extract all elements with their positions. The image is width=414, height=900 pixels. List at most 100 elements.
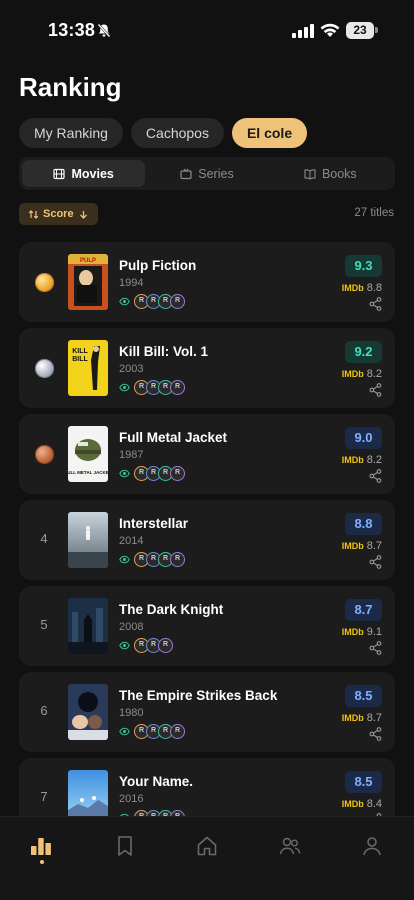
score-badge: 8.5 (345, 685, 382, 707)
chip-my-ranking[interactable]: My Ranking (19, 118, 123, 148)
film-icon (53, 168, 66, 179)
active-tab-indicator (40, 860, 44, 864)
share-icon[interactable] (369, 469, 382, 483)
avatar: R (170, 723, 185, 739)
poster-kill-bill: KILL BILL (68, 340, 108, 396)
svg-text:BILL: BILL (72, 356, 88, 363)
sort-icon (28, 209, 39, 219)
movie-year: 1980 (119, 707, 144, 719)
status-time: 13:38 (48, 20, 96, 40)
movie-year: 2016 (119, 793, 144, 805)
user-icon (363, 837, 381, 856)
media-type-segmented-control: Movies Series Books (19, 157, 395, 190)
score-badge: 8.7 (345, 599, 382, 621)
home-icon (197, 836, 217, 856)
segment-series[interactable]: Series (145, 160, 268, 187)
bronze-medal-icon (35, 445, 54, 464)
bar-chart-icon (31, 838, 51, 855)
sort-button[interactable]: Score (19, 203, 98, 225)
poster-full-metal-jacket: FULL METAL JACKET (68, 426, 108, 482)
ranking-row[interactable]: 7 Your Name. 2016 R R R R 8.5 IMDb 8.4 (19, 758, 395, 816)
titles-count: 27 titles (354, 207, 394, 219)
bookmark-icon (118, 836, 132, 856)
movie-title: The Dark Knight (119, 602, 224, 617)
movie-title: Full Metal Jacket (119, 430, 228, 445)
imdb-rating: IMDb 8.4 (342, 798, 382, 810)
movie-year: 2014 (119, 535, 144, 547)
share-icon[interactable] (369, 727, 382, 741)
ranking-row[interactable]: PULP Pulp Fiction 1994 R R R R 9.3 IMDb 8… (19, 242, 395, 322)
ranking-row[interactable]: 6 The Empire Strikes Back 1980 R R R R 8… (19, 672, 395, 752)
imdb-rating: IMDb 9.1 (342, 626, 382, 638)
chip-cachopos[interactable]: Cachopos (130, 118, 224, 148)
tab-home[interactable] (196, 835, 222, 861)
battery-cap (375, 27, 378, 33)
watchers-row: R R R R (119, 723, 185, 739)
battery-indicator: 23 (346, 22, 378, 39)
movie-year: 2003 (119, 363, 144, 375)
movie-title: Pulp Fiction (119, 258, 197, 273)
rank-number: 5 (40, 617, 48, 632)
movie-title: Your Name. (119, 774, 194, 789)
segment-books[interactable]: Books (269, 160, 392, 187)
rank-number: 7 (40, 789, 48, 804)
imdb-value: 8.8 (366, 282, 382, 294)
poster-the-empire-strikes-back (68, 684, 108, 740)
poster-pulp-fiction: PULP (68, 254, 108, 310)
imdb-label: IMDb (341, 541, 364, 551)
rank-number: 6 (40, 703, 48, 718)
bottom-tab-bar (0, 816, 414, 900)
watchers-row: R R R R (119, 379, 185, 395)
tab-saved[interactable] (114, 835, 140, 861)
watchers-row: R R R R (119, 809, 185, 816)
ranking-row[interactable]: 5 The Dark Knight 2008 R R R 8.7 IMDb 9.1 (19, 586, 395, 666)
tab-ranking[interactable] (30, 835, 56, 861)
share-icon[interactable] (369, 297, 382, 311)
chip-el-cole[interactable]: El cole (231, 118, 308, 148)
page-title: Ranking (19, 72, 122, 102)
eye-icon (119, 383, 130, 391)
imdb-rating: IMDb 8.7 (342, 712, 382, 724)
rank-number: 4 (40, 531, 48, 546)
sort-label: Score (43, 208, 74, 220)
gold-medal-icon (35, 273, 54, 292)
avatar: R (158, 637, 173, 653)
ranking-row[interactable]: FULL METAL JACKET Full Metal Jacket 1987… (19, 414, 395, 494)
imdb-label: IMDb (341, 627, 364, 637)
svg-text:FULL METAL JACKET: FULL METAL JACKET (68, 470, 108, 475)
tab-friends[interactable] (279, 835, 305, 861)
avatar: R (170, 293, 185, 309)
imdb-rating: IMDb 8.2 (342, 368, 382, 380)
eye-icon (119, 727, 130, 735)
share-icon[interactable] (369, 383, 382, 397)
poster-the-dark-knight (68, 598, 108, 654)
avatar: R (170, 465, 185, 481)
ranking-row[interactable]: KILL BILL Kill Bill: Vol. 1 2003 R R R R… (19, 328, 395, 408)
share-icon[interactable] (369, 555, 382, 569)
imdb-value: 8.7 (366, 712, 382, 724)
tab-profile[interactable] (361, 835, 387, 861)
status-bar: 13:38 23 (0, 0, 414, 62)
segment-movies-label: Movies (71, 166, 114, 181)
imdb-label: IMDb (341, 283, 364, 293)
share-icon[interactable] (369, 641, 382, 655)
segment-movies[interactable]: Movies (22, 160, 146, 187)
group-chips: My Ranking Cachopos El cole (19, 118, 308, 148)
people-icon (279, 837, 301, 855)
wifi-icon (320, 23, 340, 37)
watchers-row: R R R R (119, 293, 185, 309)
watchers-row: R R R R (119, 465, 185, 481)
movie-year: 1987 (119, 449, 144, 461)
ranking-row[interactable]: 4 Interstellar 2014 R R R R 8.8 IMDb 8.7 (19, 500, 395, 580)
segment-books-label: Books (321, 166, 357, 181)
eye-icon (119, 469, 130, 477)
watchers-row: R R R R (119, 551, 185, 567)
score-badge: 9.3 (345, 255, 382, 277)
poster-your-name (68, 770, 108, 816)
ranking-list: PULP Pulp Fiction 1994 R R R R 9.3 IMDb 8… (19, 242, 395, 816)
watchers-row: R R R (119, 637, 173, 653)
movie-year: 1994 (119, 277, 144, 289)
imdb-rating: IMDb 8.8 (342, 282, 382, 294)
imdb-label: IMDb (341, 799, 364, 809)
imdb-value: 8.7 (366, 540, 382, 552)
